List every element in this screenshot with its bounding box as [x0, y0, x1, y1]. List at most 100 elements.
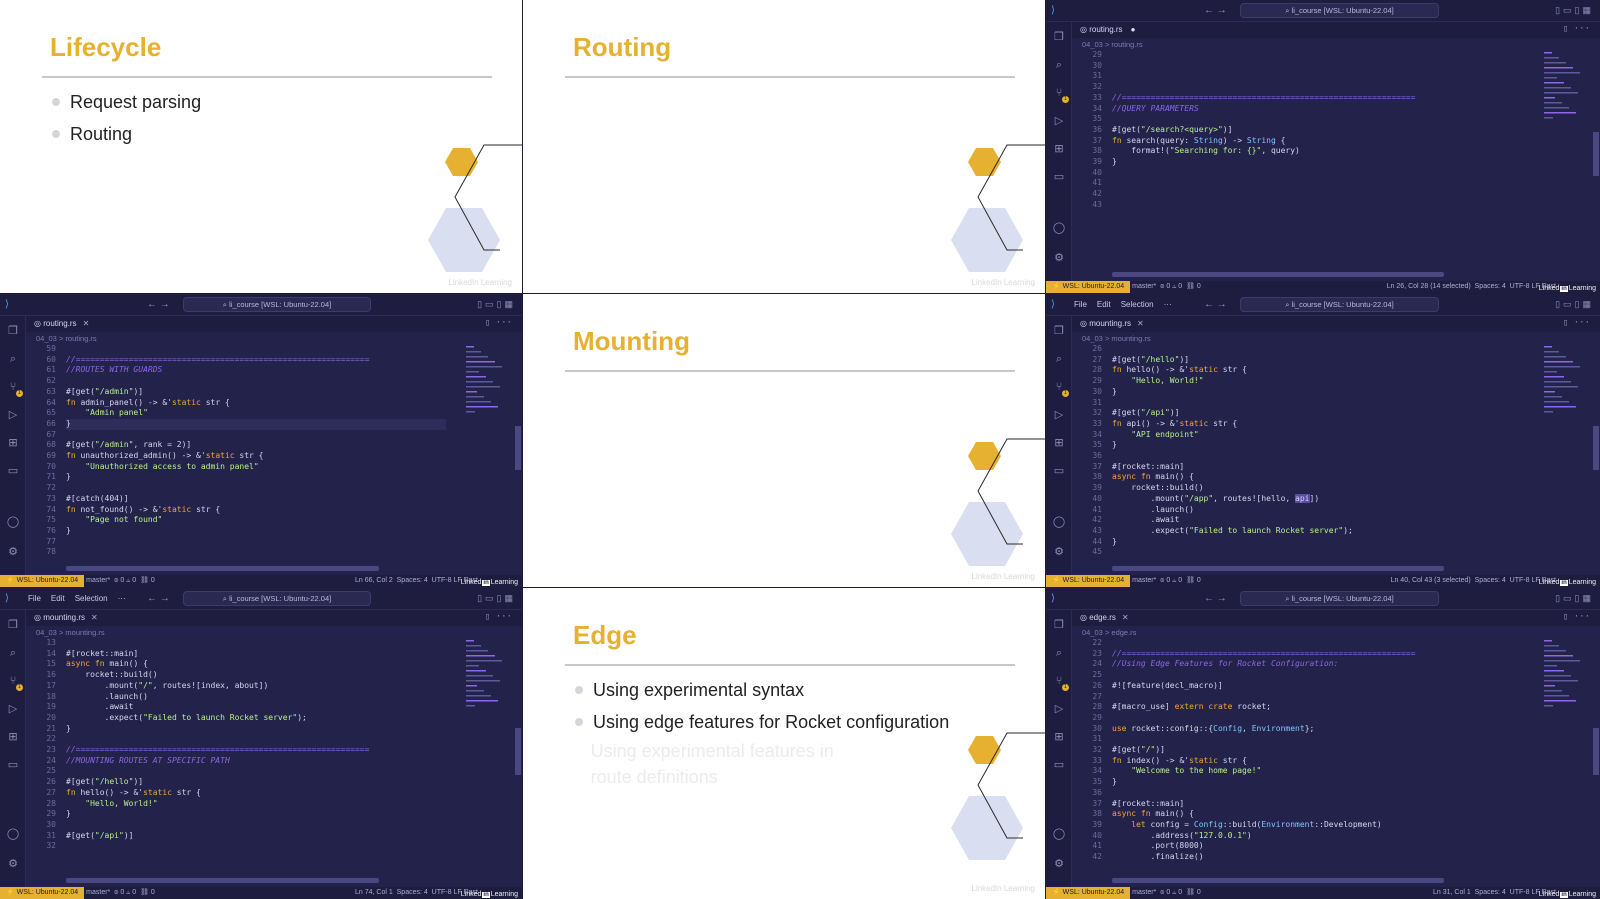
remote-indicator[interactable]: ⚡ WSL: Ubuntu-22.04 — [1046, 887, 1131, 899]
menu-item[interactable]: Selection — [75, 594, 108, 603]
cursor-position[interactable]: Ln 74, Col 1 — [355, 889, 393, 896]
vertical-scrollbar[interactable] — [1593, 132, 1599, 176]
remote-explorer-icon[interactable]: ▭ — [1052, 758, 1066, 772]
split-editor-icon[interactable]: ▯ ··· — [485, 318, 512, 328]
vertical-scrollbar[interactable] — [1593, 728, 1599, 775]
remote-explorer-icon[interactable]: ▭ — [6, 758, 20, 772]
layout-toggle-icon[interactable]: ▯▭▯▦ — [1555, 593, 1594, 604]
menu-item[interactable]: Edit — [1097, 300, 1111, 309]
encoding[interactable]: UTF-8 — [1510, 889, 1530, 896]
branch-indicator[interactable]: ⑂ master* — [80, 577, 110, 584]
menu-item[interactable]: File — [28, 594, 41, 603]
ports-indicator[interactable]: ⛓ 0 — [1186, 283, 1201, 290]
code-editor[interactable]: 29 30 31 32 33//============================… — [1072, 50, 1415, 211]
search-icon[interactable]: ⌕ — [1052, 352, 1066, 366]
settings-gear-icon[interactable]: ⚙ — [6, 857, 20, 871]
account-icon[interactable]: ◯ — [6, 515, 20, 529]
settings-gear-icon[interactable]: ⚙ — [1052, 251, 1066, 265]
vertical-scrollbar[interactable] — [515, 426, 521, 470]
minimap[interactable] — [1542, 344, 1592, 424]
menu-item[interactable]: ··· — [118, 594, 126, 603]
split-editor-icon[interactable]: ▯ ··· — [1563, 318, 1590, 328]
layout-toggle-icon[interactable]: ▯▭▯▦ — [477, 299, 516, 310]
split-editor-icon[interactable]: ▯ ··· — [1563, 612, 1590, 622]
indentation[interactable]: Spaces: 4 — [397, 577, 428, 584]
branch-indicator[interactable]: ⑂ master* — [1126, 283, 1156, 290]
indentation[interactable]: Spaces: 4 — [1475, 283, 1506, 290]
explorer-icon[interactable]: ❐ — [6, 324, 20, 338]
branch-indicator[interactable]: ⑂ master* — [1126, 889, 1156, 896]
ports-indicator[interactable]: ⛓ 0 — [1186, 889, 1201, 896]
tab-file[interactable]: ◎ edge.rs ✕ — [1080, 612, 1129, 626]
run-debug-icon[interactable]: ▷ — [6, 408, 20, 422]
account-icon[interactable]: ◯ — [1052, 221, 1066, 235]
minimap[interactable] — [464, 638, 514, 718]
extensions-icon[interactable]: ⊞ — [1052, 730, 1066, 744]
tab-file[interactable]: ◎ routing.rs ● — [1080, 24, 1135, 38]
menu-item[interactable]: File — [1074, 300, 1087, 309]
horizontal-scrollbar[interactable] — [1112, 272, 1444, 277]
extensions-icon[interactable]: ⊞ — [1052, 436, 1066, 450]
close-tab-icon[interactable]: ✕ — [1137, 319, 1144, 328]
remote-indicator[interactable]: ⚡ WSL: Ubuntu-22.04 — [1046, 281, 1131, 293]
settings-gear-icon[interactable]: ⚙ — [6, 545, 20, 559]
vertical-scrollbar[interactable] — [515, 728, 521, 775]
settings-gear-icon[interactable]: ⚙ — [1052, 545, 1066, 559]
explorer-icon[interactable]: ❐ — [1052, 618, 1066, 632]
command-center-search[interactable]: ⌕ li_course [WSL: Ubuntu-22.04] — [1240, 591, 1439, 606]
branch-indicator[interactable]: ⑂ master* — [80, 889, 110, 896]
back-forward-icon[interactable]: ← → — [147, 299, 170, 310]
close-tab-icon[interactable]: ✕ — [1122, 613, 1129, 622]
account-icon[interactable]: ◯ — [1052, 827, 1066, 841]
cursor-position[interactable]: Ln 40, Col 43 (3 selected) — [1391, 577, 1471, 584]
code-editor[interactable]: 22 23//==================================… — [1072, 638, 1492, 863]
close-tab-icon[interactable]: ✕ — [83, 319, 90, 328]
layout-toggle-icon[interactable]: ▯▭▯▦ — [1555, 5, 1594, 16]
problems-indicator[interactable]: ⊗ 0 ⚠ 0 — [1160, 577, 1182, 584]
layout-toggle-icon[interactable]: ▯▭▯▦ — [477, 593, 516, 604]
split-editor-icon[interactable]: ▯ ··· — [485, 612, 512, 622]
horizontal-scrollbar[interactable] — [66, 878, 379, 883]
problems-indicator[interactable]: ⊗ 0 ⚠ 0 — [1160, 889, 1182, 896]
run-debug-icon[interactable]: ▷ — [1052, 702, 1066, 716]
code-editor[interactable]: 26 27 #[get("/hello")] 28 fn hello() -> &'st… — [1072, 344, 1352, 558]
source-control-icon[interactable]: ⑂ 1 — [6, 380, 23, 397]
source-control-icon[interactable]: ⑂ 1 — [1052, 86, 1069, 103]
encoding[interactable]: UTF-8 — [432, 889, 452, 896]
problems-indicator[interactable]: ⊗ 0 ⚠ 0 — [1160, 283, 1182, 290]
search-icon[interactable]: ⌕ — [1052, 646, 1066, 660]
source-control-icon[interactable]: ⑂ 1 — [6, 674, 23, 691]
command-center-search[interactable]: ⌕ li_course [WSL: Ubuntu-22.04] — [183, 297, 371, 312]
explorer-icon[interactable]: ❐ — [6, 618, 20, 632]
remote-explorer-icon[interactable]: ▭ — [1052, 170, 1066, 184]
remote-indicator[interactable]: ⚡ WSL: Ubuntu-22.04 — [1046, 575, 1131, 587]
problems-indicator[interactable]: ⊗ 0 ⚠ 0 — [114, 577, 136, 584]
run-debug-icon[interactable]: ▷ — [1052, 408, 1066, 422]
extensions-icon[interactable]: ⊞ — [6, 730, 20, 744]
horizontal-scrollbar[interactable] — [1112, 878, 1444, 883]
code-editor[interactable]: 59 60//==================================… — [26, 344, 446, 558]
menu-item[interactable]: Edit — [51, 594, 65, 603]
cursor-position[interactable]: Ln 26, Col 28 (14 selected) — [1387, 283, 1471, 290]
layout-toggle-icon[interactable]: ▯▭▯▦ — [1555, 299, 1594, 310]
explorer-icon[interactable]: ❐ — [1052, 324, 1066, 338]
close-tab-icon[interactable]: ✕ — [91, 613, 98, 622]
back-forward-icon[interactable]: ← → — [147, 593, 170, 604]
source-control-icon[interactable]: ⑂ 1 — [1052, 674, 1069, 691]
remote-indicator[interactable]: ⚡ WSL: Ubuntu-22.04 — [0, 575, 85, 587]
tab-file[interactable]: ◎ routing.rs ✕ — [34, 318, 89, 332]
ports-indicator[interactable]: ⛓ 0 — [140, 577, 155, 584]
extensions-icon[interactable]: ⊞ — [6, 436, 20, 450]
remote-indicator[interactable]: ⚡ WSL: Ubuntu-22.04 — [0, 887, 85, 899]
menu-item[interactable]: ··· — [1164, 300, 1172, 309]
code-editor[interactable]: 13 14 #[rocket::main] 15 async fn main() {16… — [26, 638, 369, 852]
command-center-search[interactable]: ⌕ li_course [WSL: Ubuntu-22.04] — [1240, 3, 1439, 18]
ports-indicator[interactable]: ⛓ 0 — [1186, 577, 1201, 584]
back-forward-icon[interactable]: ← → — [1204, 299, 1227, 310]
menu-item[interactable]: Selection — [1121, 300, 1154, 309]
problems-indicator[interactable]: ⊗ 0 ⚠ 0 — [114, 889, 136, 896]
search-icon[interactable]: ⌕ — [1052, 58, 1066, 72]
horizontal-scrollbar[interactable] — [66, 566, 379, 571]
cursor-position[interactable]: Ln 66, Col 2 — [355, 577, 393, 584]
indentation[interactable]: Spaces: 4 — [397, 889, 428, 896]
